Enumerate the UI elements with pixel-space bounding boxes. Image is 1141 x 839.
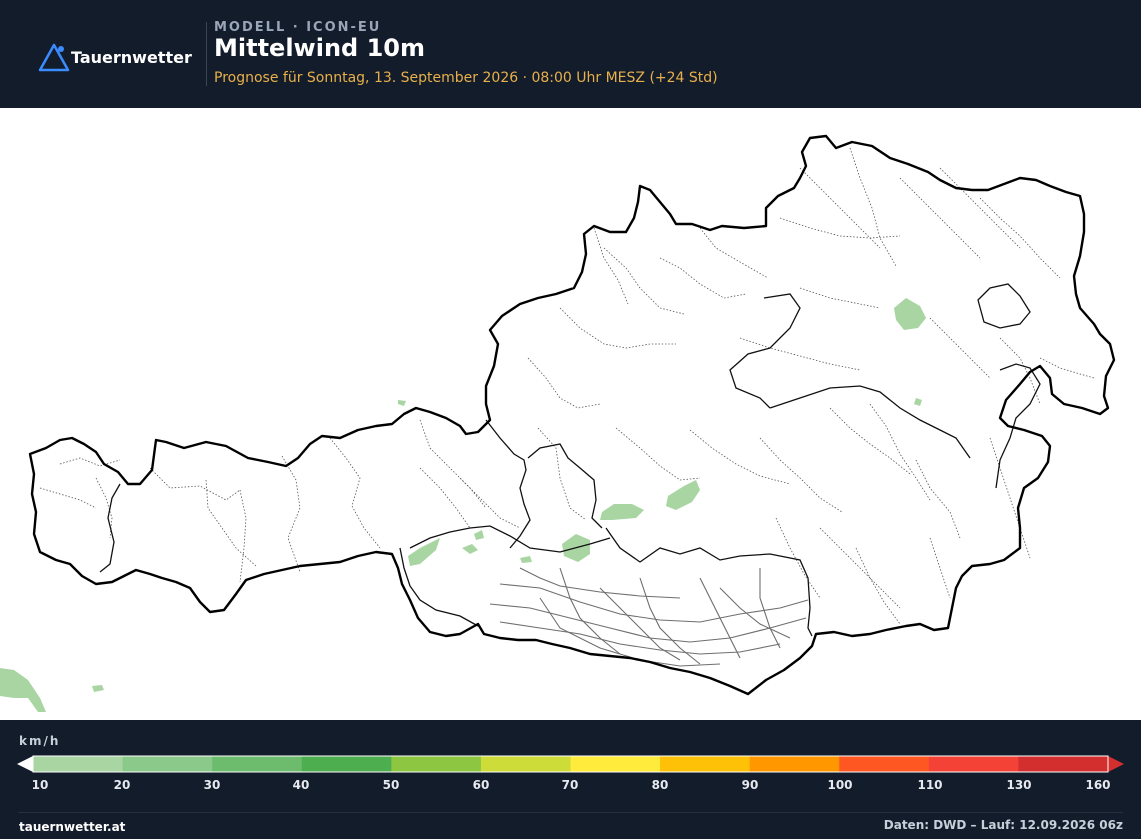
legend-footer: km/h 10 20 30 40 50 60 70 80 90 100 110 130 160 taue… xyxy=(0,720,1141,839)
scale-segment xyxy=(928,756,1019,772)
border-salzburg-upper xyxy=(527,443,603,529)
scale-tick-label: 130 xyxy=(1006,778,1032,792)
scale-segment xyxy=(839,756,930,772)
border-vienna xyxy=(977,283,1031,329)
wind-area xyxy=(600,504,644,520)
scale-segment xyxy=(570,756,661,772)
forecast-time: Prognose für Sonntag, 13. September 2026… xyxy=(214,70,718,86)
scale-tick-label: 70 xyxy=(561,778,579,792)
brand-logo[interactable]: Tauernwetter xyxy=(38,42,192,72)
model-label: MODELL · ICON-EU xyxy=(214,20,382,35)
wind-area xyxy=(408,538,440,566)
border-tyrol-salzburg xyxy=(485,419,531,549)
state-borders xyxy=(99,283,1041,637)
scale-tick-label: 20 xyxy=(113,778,131,792)
wind-area xyxy=(520,556,532,563)
wind-area xyxy=(666,480,700,510)
border-burgenland xyxy=(995,363,1041,489)
austria-border xyxy=(28,134,1116,696)
scale-segment xyxy=(1018,756,1109,772)
scale-segment xyxy=(391,756,482,772)
wind-area xyxy=(398,400,406,406)
legend-unit: km/h xyxy=(19,734,61,748)
border-styria-lower xyxy=(769,385,971,459)
valley-lines xyxy=(489,567,809,667)
scale-segment xyxy=(660,756,751,772)
border-upper-lower xyxy=(729,293,801,409)
mountain-triangle-icon xyxy=(38,43,70,72)
wind-area xyxy=(0,668,46,712)
brand-name: Tauernwetter xyxy=(71,48,192,67)
scale-tick-label: 40 xyxy=(292,778,310,792)
border-vorarlberg xyxy=(99,483,121,573)
scale-segment xyxy=(33,756,124,772)
scale-max-arrow xyxy=(1108,756,1124,772)
wind-area xyxy=(914,398,922,406)
scale-tick-label: 80 xyxy=(651,778,669,792)
scale-segment xyxy=(749,756,840,772)
page-title: Mittelwind 10m xyxy=(214,34,425,62)
scale-segment xyxy=(122,756,213,772)
scale-segment xyxy=(212,756,303,772)
wind-map[interactable] xyxy=(0,108,1141,720)
austria-map-svg xyxy=(0,134,1116,712)
wind-area xyxy=(474,530,484,540)
wind-area xyxy=(894,298,926,330)
scale-segment xyxy=(301,756,392,772)
scale-tick-label: 160 xyxy=(1085,778,1111,792)
wind-areas xyxy=(0,298,926,712)
scale-tick-label: 100 xyxy=(827,778,853,792)
header-divider xyxy=(206,22,207,86)
wind-area xyxy=(462,544,478,554)
scale-min-arrow xyxy=(17,756,33,772)
header: Tauernwetter MODELL · ICON-EU Mittelwind… xyxy=(0,0,1141,108)
scale-tick-label: 110 xyxy=(917,778,943,792)
scale-tick-label: 30 xyxy=(203,778,221,792)
site-link[interactable]: tauernwetter.at xyxy=(19,820,125,834)
color-scale-bar xyxy=(17,755,1124,773)
scale-tick-label: 10 xyxy=(31,778,49,792)
scale-segment xyxy=(480,756,571,772)
wind-area xyxy=(92,685,104,692)
footer-divider xyxy=(18,812,1123,813)
scale-tick-label: 50 xyxy=(382,778,400,792)
data-source: Daten: DWD – Lauf: 12.09.2026 06z xyxy=(883,818,1123,832)
scale-tick-label: 90 xyxy=(741,778,759,792)
color-scale: 10 20 30 40 50 60 70 80 90 100 110 130 160 xyxy=(0,754,1141,814)
scale-tick-label: 60 xyxy=(472,778,490,792)
